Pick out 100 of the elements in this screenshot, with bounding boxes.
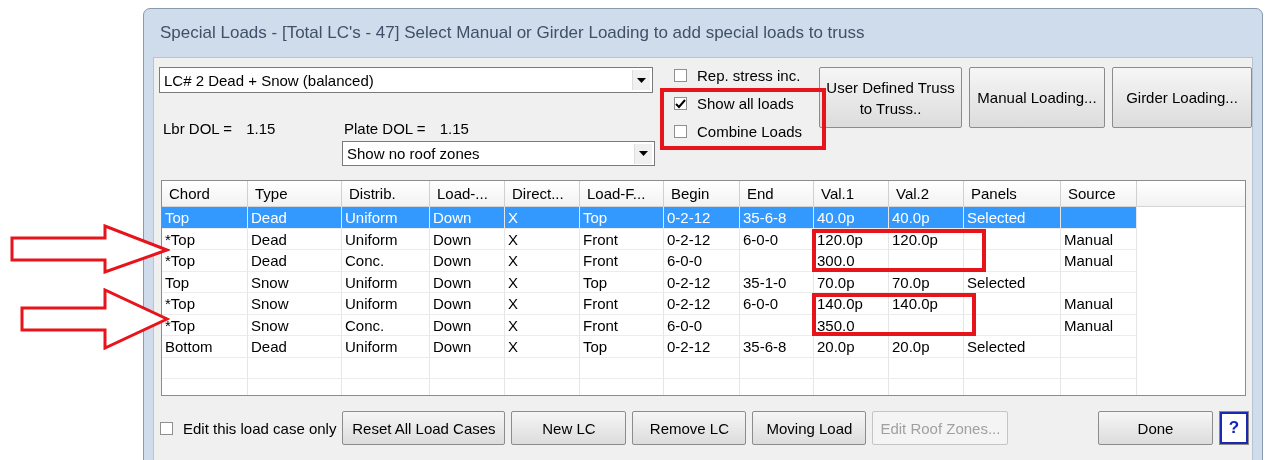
- checkbox[interactable]: [674, 97, 687, 110]
- load-case-dropdown[interactable]: LC# 2 Dead + Snow (balanced): [159, 67, 653, 93]
- table-row[interactable]: *Top Snow Conc. Down X Front 6-0-0 350.0 Manual: [162, 314, 1137, 336]
- table-cell: *Top: [162, 293, 248, 315]
- table-cell: Snow: [248, 293, 342, 315]
- checkbox[interactable]: [674, 125, 687, 138]
- column-header[interactable]: Distrib.: [342, 181, 430, 206]
- table-cell: 350.0: [814, 314, 889, 336]
- table-cell: Dead: [248, 336, 342, 358]
- table-cell: Front: [580, 228, 664, 250]
- table-cell: 140.0p: [889, 293, 964, 315]
- table-cell: Down: [430, 293, 505, 315]
- table-cell: Dead: [248, 250, 342, 272]
- table-cell: 6-0-0: [664, 250, 740, 272]
- toolbar-button[interactable]: Manual Loading...: [969, 67, 1105, 128]
- table-cell: Top: [162, 207, 248, 229]
- table-cell: 0-2-12: [664, 228, 740, 250]
- column-header[interactable]: Val.1: [814, 181, 889, 206]
- column-header[interactable]: Load-F...: [580, 181, 664, 206]
- toolbar-button[interactable]: Girder Loading...: [1112, 67, 1252, 128]
- roof-zones-dropdown[interactable]: Show no roof zones: [342, 141, 655, 166]
- table-row[interactable]: Top Snow Uniform Down X Top 0-2-12 35-1-0 70.0p 70.0p Selected: [162, 271, 1137, 293]
- table-cell: X: [505, 314, 580, 336]
- table-cell: Down: [430, 314, 505, 336]
- checkbox-label: Show all loads: [697, 95, 794, 112]
- lbr-dol-label: Lbr DOL =: [163, 120, 233, 137]
- table-cell: Top: [580, 271, 664, 293]
- column-header[interactable]: Load-...: [430, 181, 505, 206]
- table-cell: Conc.: [342, 314, 430, 336]
- table-cell: 35-1-0: [740, 271, 814, 293]
- window-title: Special Loads - [Total LC's - 47] Select Manual or Girder Loading to add special loads to truss: [160, 23, 865, 43]
- table-cell: Snow: [248, 314, 342, 336]
- table-cell: 20.0p: [889, 336, 964, 358]
- table-row[interactable]: *Top Dead Conc. Down X Front 6-0-0 300.0 Manual: [162, 250, 1137, 272]
- plate-dol-label: Plate DOL =: [344, 120, 426, 137]
- table-row[interactable]: *Top Snow Uniform Down X Front 0-2-12 6-0-0 140.0p 140.0p Manual: [162, 293, 1137, 315]
- table-cell: X: [505, 207, 580, 229]
- toolbar-button[interactable]: User Defined Truss to Truss..: [819, 67, 962, 128]
- table-cell: Down: [430, 207, 505, 229]
- done-button[interactable]: Done: [1098, 411, 1213, 445]
- column-header[interactable]: End: [740, 181, 814, 206]
- action-button[interactable]: Remove LC: [632, 411, 747, 445]
- table-cell: 20.0p: [814, 336, 889, 358]
- column-header[interactable]: Direct...: [505, 181, 580, 206]
- table-cell: Top: [162, 271, 248, 293]
- table-cell: 0-2-12: [664, 207, 740, 229]
- table-cell: Selected: [964, 336, 1061, 358]
- action-button[interactable]: New LC: [511, 411, 627, 445]
- table-row[interactable]: *Top Dead Uniform Down X Front 0-2-12 6-0-0 120.0p 120.0p Manual: [162, 228, 1137, 250]
- table-cell: Down: [430, 336, 505, 358]
- table-cell: 0-2-12: [664, 293, 740, 315]
- table-cell: X: [505, 271, 580, 293]
- table-cell: Front: [580, 250, 664, 272]
- table-cell: X: [505, 293, 580, 315]
- table-cell: 70.0p: [889, 271, 964, 293]
- checkbox-label: Combine Loads: [697, 123, 803, 140]
- table-cell: X: [505, 250, 580, 272]
- help-button[interactable]: ?: [1220, 412, 1248, 444]
- table-cell: Down: [430, 250, 505, 272]
- action-button[interactable]: Moving Load: [752, 411, 867, 445]
- checkbox[interactable]: [160, 421, 173, 435]
- table-cell: Uniform: [342, 293, 430, 315]
- table-cell: X: [505, 336, 580, 358]
- table-cell: Manual: [1061, 314, 1137, 336]
- column-header[interactable]: Begin: [664, 181, 740, 206]
- table-cell: Selected: [964, 271, 1061, 293]
- table-cell: Conc.: [342, 250, 430, 272]
- table-cell: Snow: [248, 271, 342, 293]
- lbr-dol-value: 1.15: [246, 120, 276, 137]
- column-header[interactable]: Chord: [162, 181, 248, 206]
- table-cell: Selected: [964, 207, 1061, 229]
- table-cell: 0-2-12: [664, 271, 740, 293]
- table-cell: 6-0-0: [740, 228, 814, 250]
- table-cell: Manual: [1061, 293, 1137, 315]
- table-cell: Dead: [248, 207, 342, 229]
- column-header[interactable]: Type: [248, 181, 342, 206]
- table-cell: 40.0p: [814, 207, 889, 229]
- checkbox[interactable]: [674, 69, 687, 82]
- table-cell: Front: [580, 293, 664, 315]
- checkbox-label: Edit this load case only: [183, 419, 337, 437]
- column-header[interactable]: Panels: [964, 181, 1061, 206]
- action-button[interactable]: Reset All Load Cases: [342, 411, 506, 445]
- table-cell: Uniform: [342, 336, 430, 358]
- table-cell: 300.0: [814, 250, 889, 272]
- table-cell: 0-2-12: [664, 336, 740, 358]
- table-cell: 40.0p: [889, 207, 964, 229]
- table-cell: 6-0-0: [740, 293, 814, 315]
- plate-dol-value: 1.15: [439, 120, 469, 137]
- table-cell: Dead: [248, 228, 342, 250]
- column-header[interactable]: Val.2: [889, 181, 964, 206]
- table-cell: Down: [430, 271, 505, 293]
- table-cell: 35-6-8: [740, 207, 814, 229]
- table-cell: 70.0p: [814, 271, 889, 293]
- table-cell: Down: [430, 228, 505, 250]
- table-cell: Bottom: [162, 336, 248, 358]
- table-row[interactable]: Bottom Dead Uniform Down X Top 0-2-12 35-6-8 20.0p 20.0p Selected: [162, 336, 1137, 358]
- table-cell: Manual: [1061, 228, 1137, 250]
- table-cell: Top: [580, 207, 664, 229]
- column-header[interactable]: Source: [1061, 181, 1137, 206]
- table-cell: 140.0p: [814, 293, 889, 315]
